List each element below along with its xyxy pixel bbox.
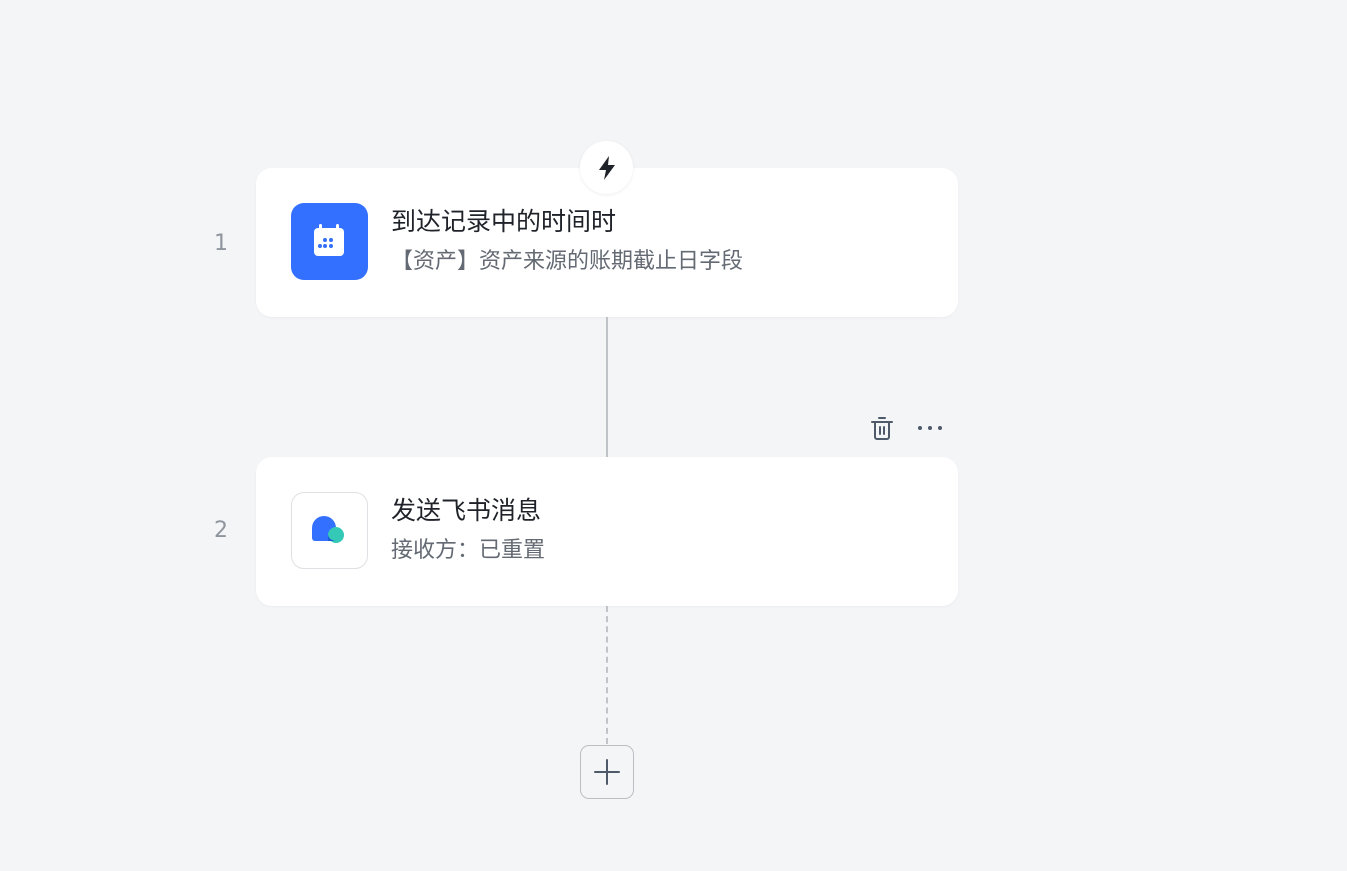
trigger-step-subtitle: 【资产】资产来源的账期截止日字段 <box>391 249 744 274</box>
add-step-button[interactable] <box>580 745 634 799</box>
trigger-step-title: 到达记录中的时间时 <box>391 207 617 236</box>
action-step-subtitle: 接收方：已重置 <box>391 538 546 563</box>
trash-icon <box>871 417 893 440</box>
trigger-badge <box>580 141 633 194</box>
connector-line <box>606 317 608 457</box>
add-step-connector <box>606 606 608 744</box>
feishu-message-icon <box>312 516 344 543</box>
calendar-icon-box <box>291 203 368 280</box>
action-step-card[interactable]: 发送飞书消息 接收方：已重置 <box>256 457 958 606</box>
lightning-icon <box>598 155 615 180</box>
action-step-title: 发送飞书消息 <box>391 496 542 525</box>
step-number-1: 1 <box>214 231 228 256</box>
step-number-2: 2 <box>214 518 228 543</box>
feishu-message-icon-box <box>291 492 368 569</box>
more-horizontal-icon <box>918 426 942 430</box>
plus-icon <box>594 759 620 785</box>
delete-step-button[interactable] <box>866 412 898 444</box>
more-options-button[interactable] <box>914 412 946 444</box>
calendar-icon <box>314 224 344 256</box>
